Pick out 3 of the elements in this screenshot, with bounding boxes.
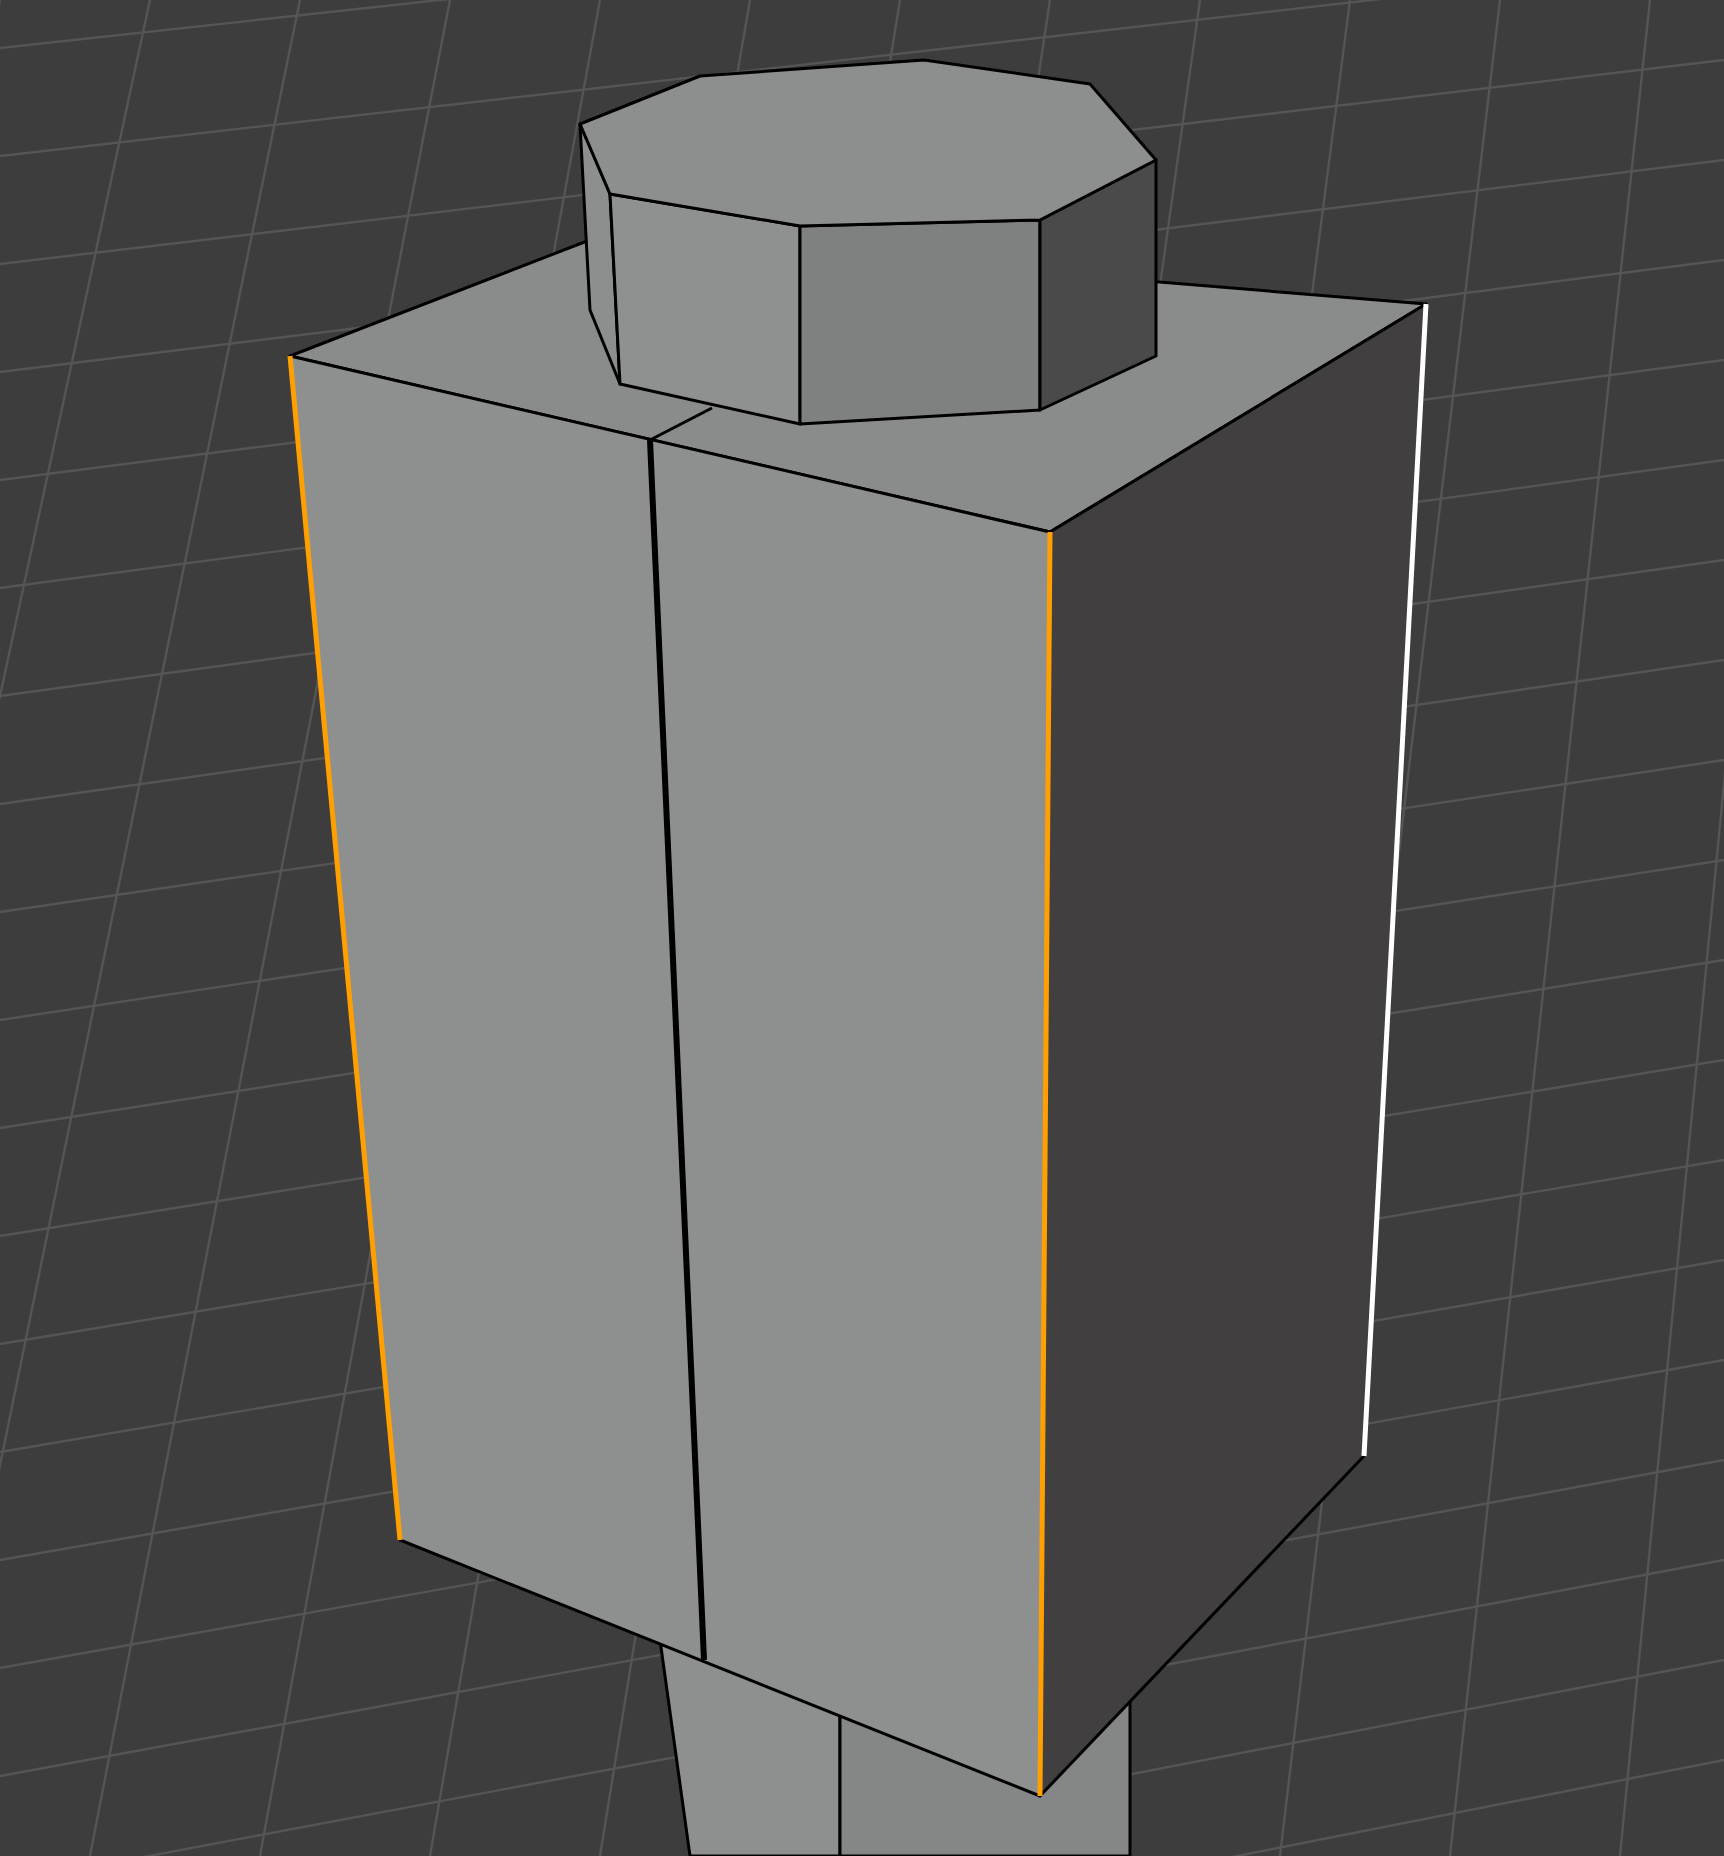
mesh-edge[interactable] <box>1037 531 1053 1797</box>
3d-viewport[interactable] <box>0 0 1724 1856</box>
mesh-edge[interactable] <box>287 355 403 1541</box>
